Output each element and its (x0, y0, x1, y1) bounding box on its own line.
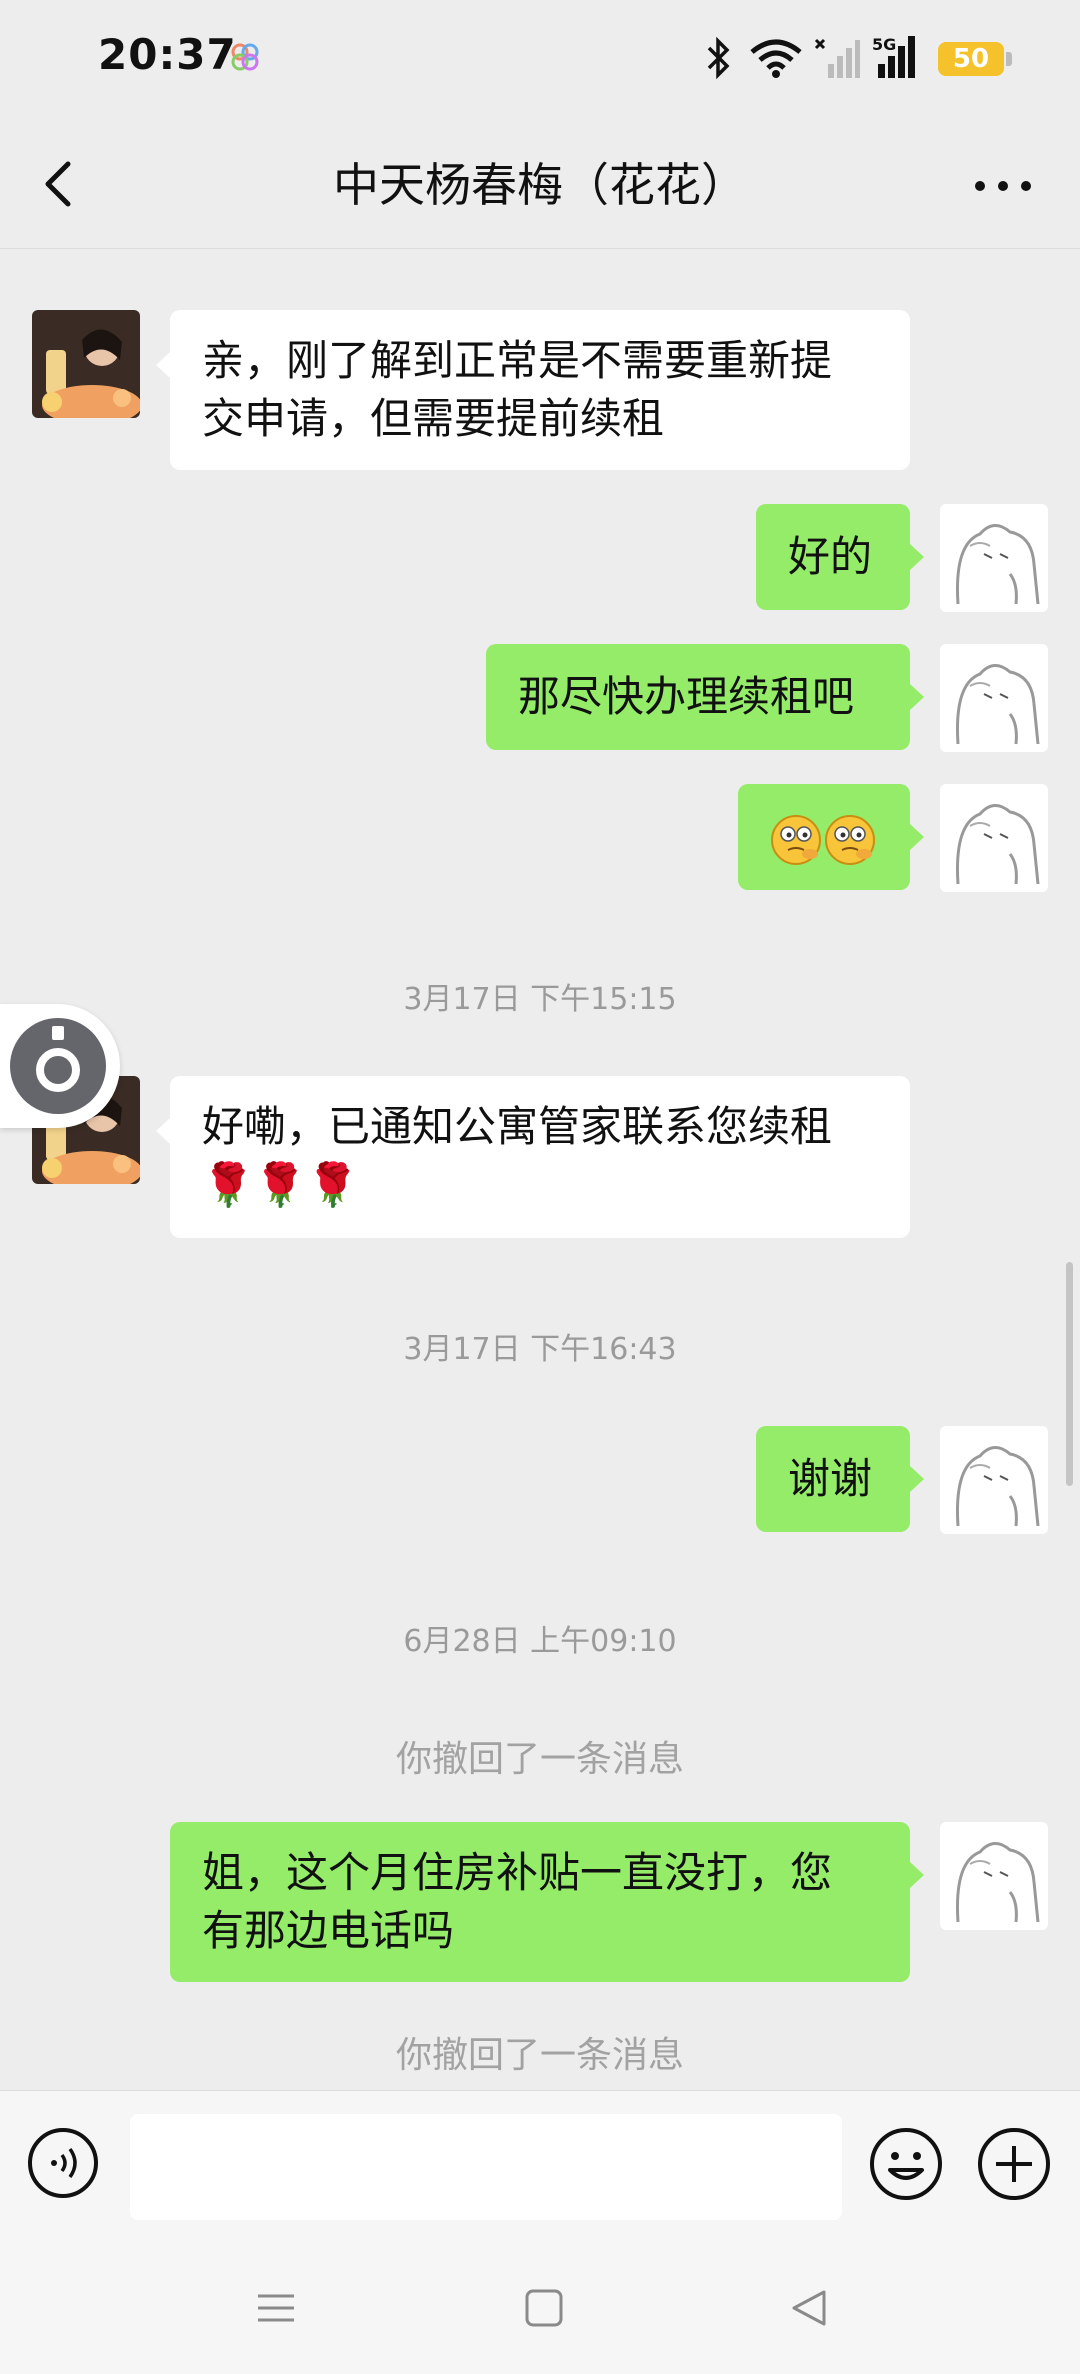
scrollbar[interactable] (1066, 1262, 1073, 1486)
bubble-tail (910, 544, 924, 570)
my-avatar-image (956, 1446, 1040, 1527)
rose-emojis: 🌹🌹🌹 (202, 1160, 359, 1209)
5g-signal-icon: 5G (872, 35, 915, 78)
signal-strength-icon (814, 38, 860, 78)
bluetooth-icon (707, 36, 730, 80)
voice-input-button[interactable] (26, 2126, 100, 2200)
message-bubble-sent[interactable] (738, 784, 910, 890)
my-avatar[interactable] (940, 644, 1048, 752)
back-nav-icon[interactable] (790, 2288, 830, 2328)
battery-nub (1006, 52, 1012, 66)
message-text: 谢谢 (788, 1454, 873, 1503)
chat-title: 中天杨春梅（花花） (333, 158, 747, 212)
app-notification-icon (231, 43, 259, 71)
message-text: 那尽快办理续租吧 (518, 672, 855, 721)
message-text: 好嘞，已通知公寓管家联系您续租 (202, 1102, 833, 1151)
contact-avatar[interactable] (32, 310, 140, 418)
home-icon[interactable] (524, 2288, 564, 2328)
bubble-tail (156, 352, 170, 378)
bubble-tail (910, 1466, 924, 1492)
bubble-tail (910, 1862, 924, 1888)
message-bubble-received[interactable]: 亲，刚了解到正常是不需要重新提 交申请，但需要提前续租 (170, 310, 910, 470)
recall-notice: 你撤回了一条消息 (395, 1739, 684, 1780)
status-time: 20:37 (98, 30, 237, 79)
message-bubble-sent[interactable]: 谢谢 (756, 1426, 910, 1532)
message-input[interactable] (130, 2114, 842, 2220)
my-avatar-image (956, 1842, 1040, 1923)
my-avatar-image (956, 524, 1040, 605)
emoji-icon (771, 815, 875, 865)
bubble-tail (910, 684, 924, 710)
battery-indicator: 50 (938, 42, 1004, 76)
contact-avatar-image (32, 310, 140, 418)
back-button[interactable] (30, 148, 90, 220)
message-bubble-received[interactable]: 好嘞，已通知公寓管家联系您续租 🌹🌹🌹 (170, 1076, 910, 1238)
message-text: 好的 (788, 532, 873, 581)
timestamp: 3月17日 下午16:43 (403, 1332, 677, 1367)
message-text: 有那边电话吗 (202, 1906, 455, 1955)
battery-level: 50 (952, 44, 990, 74)
floating-assistant-widget[interactable] (0, 1004, 120, 1128)
message-bubble-sent[interactable]: 那尽快办理续租吧 (486, 644, 910, 750)
svg-text:5G: 5G (872, 35, 896, 54)
bubble-tail (156, 1118, 170, 1144)
my-avatar[interactable] (940, 784, 1048, 892)
wifi-icon (750, 39, 802, 78)
emoji-button[interactable] (868, 2126, 944, 2202)
message-text: 亲，刚了解到正常是不需要重新提 (202, 336, 833, 385)
more-functions-button[interactable] (976, 2126, 1052, 2202)
timestamp: 6月28日 上午09:10 (403, 1624, 677, 1659)
recall-notice: 你撤回了一条消息 (395, 2035, 684, 2076)
recent-apps-icon[interactable] (256, 2288, 296, 2328)
my-avatar-image (956, 804, 1040, 885)
floating-widget-icon (10, 1018, 106, 1114)
message-text: 交申请，但需要提前续租 (202, 394, 665, 443)
more-options-button[interactable] (966, 156, 1046, 216)
message-bubble-sent[interactable]: 好的 (756, 504, 910, 610)
my-avatar[interactable] (940, 504, 1048, 612)
message-text: 姐，这个月住房补贴一直没打，您 (202, 1848, 833, 1897)
my-avatar[interactable] (940, 1426, 1048, 1534)
bubble-tail (910, 824, 924, 850)
my-avatar[interactable] (940, 1822, 1048, 1930)
timestamp: 3月17日 下午15:15 (403, 982, 677, 1017)
my-avatar-image (956, 664, 1040, 745)
message-bubble-sent[interactable]: 姐，这个月住房补贴一直没打，您 有那边电话吗 (170, 1822, 910, 1982)
